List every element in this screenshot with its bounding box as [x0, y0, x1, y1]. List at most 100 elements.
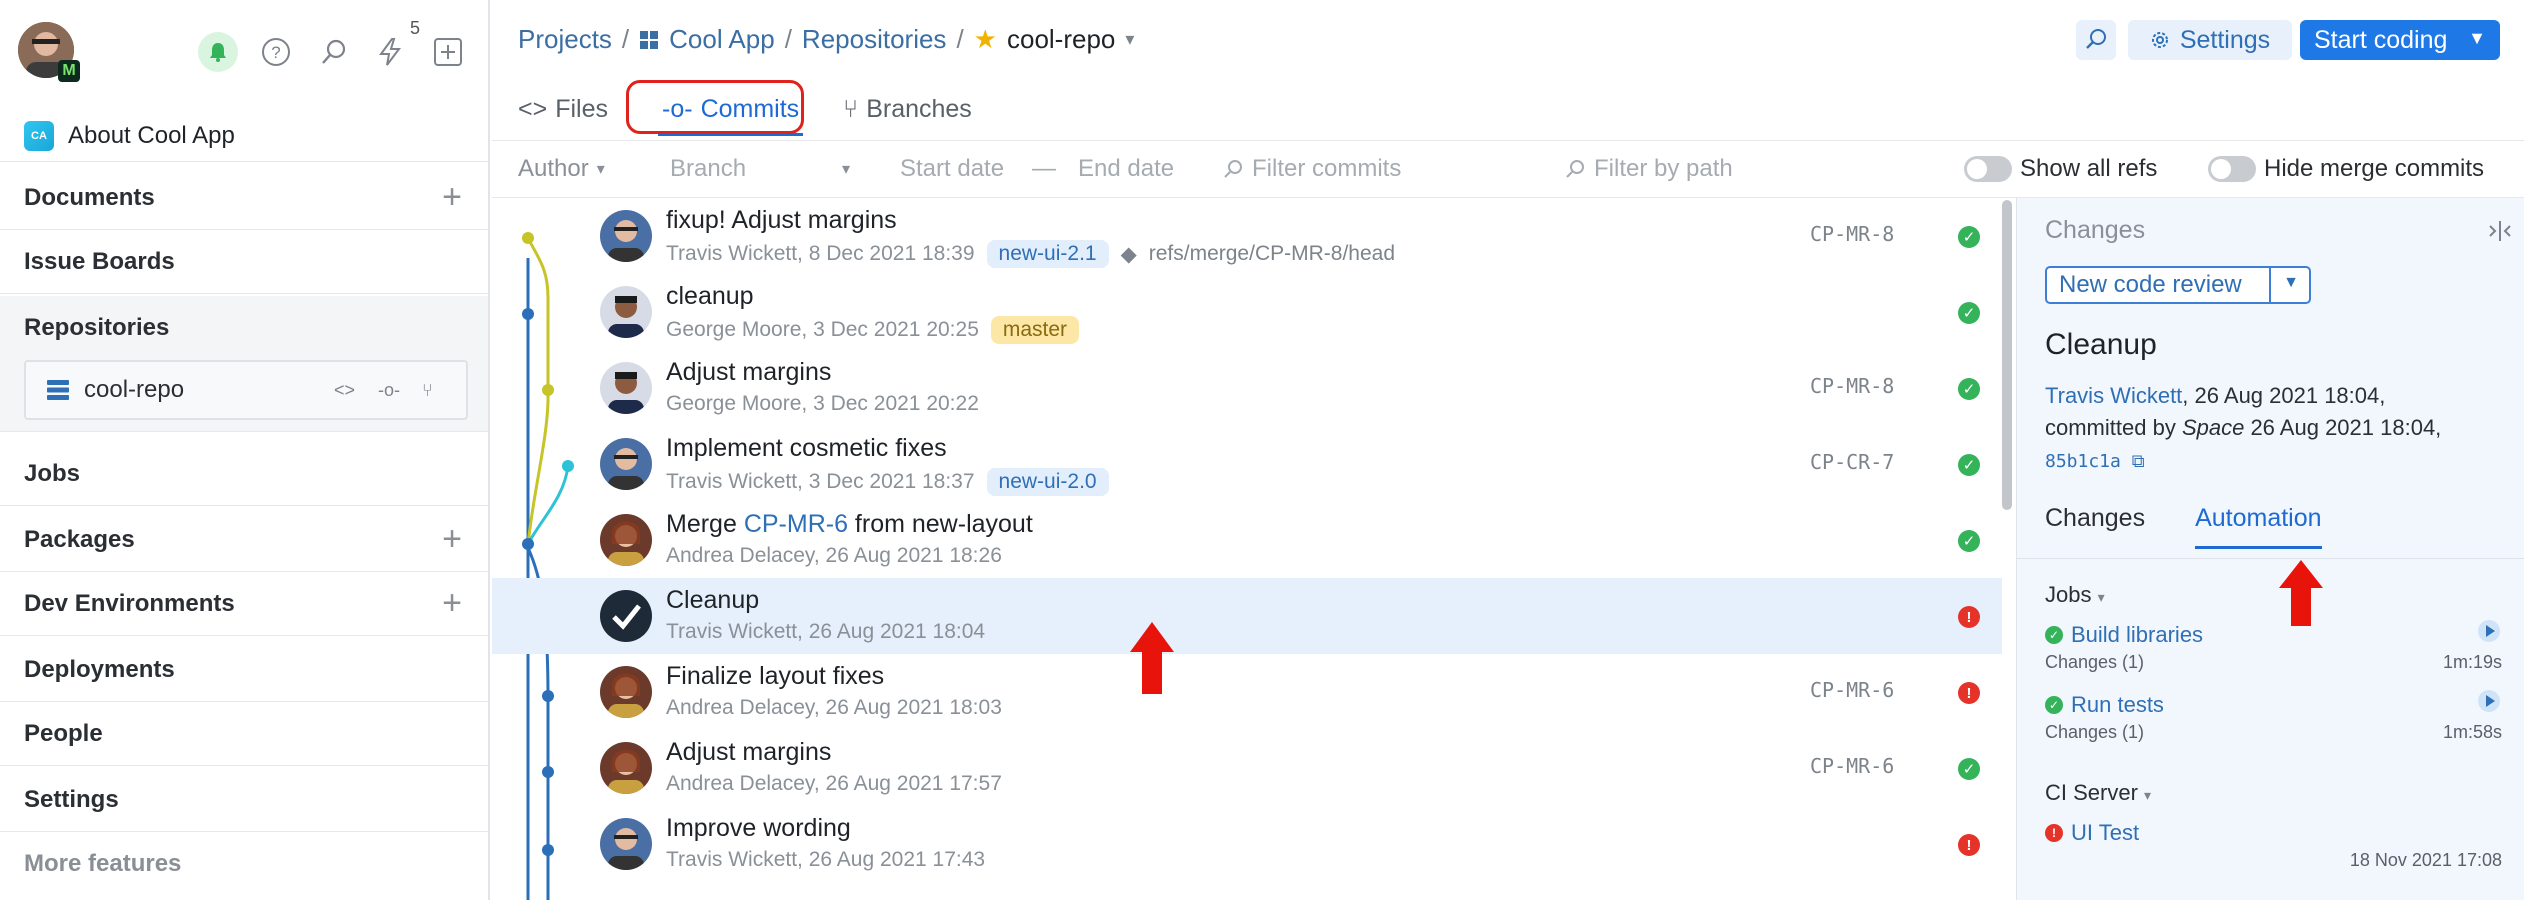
- branch-tag[interactable]: new-ui-2.0: [986, 468, 1109, 496]
- end-date-input[interactable]: End date: [1078, 155, 1174, 183]
- annotation-circle: [626, 80, 804, 134]
- jobs-label: Jobs: [2045, 582, 2092, 607]
- sidebar-item-repositories[interactable]: Repositories cool-repo <> -o- ⑂: [0, 296, 488, 432]
- sidebar-item-issue-boards[interactable]: Issue Boards: [0, 230, 488, 294]
- tab-changes[interactable]: Changes: [2045, 504, 2145, 533]
- branch-filter[interactable]: Branch ▾: [670, 155, 850, 183]
- copy-icon[interactable]: ⧉: [2121, 451, 2145, 472]
- add-package-icon[interactable]: +: [442, 520, 462, 559]
- commit-author-date: Andrea Delacey, 26 Aug 2021 18:03: [666, 696, 1002, 719]
- chevron-down-icon[interactable]: ▾: [1125, 29, 1134, 50]
- new-code-review-button[interactable]: New code review ▼: [2045, 266, 2311, 304]
- merge-request-link[interactable]: CP-MR-6: [744, 510, 848, 538]
- filter-commits-input[interactable]: Filter commits: [1222, 155, 1401, 183]
- avatar: [600, 818, 652, 870]
- branch-icon[interactable]: ⑂: [422, 380, 433, 401]
- add-dev-environment-icon[interactable]: +: [442, 584, 462, 623]
- commit-row[interactable]: Adjust margins George Moore, 3 Dec 2021 …: [492, 350, 2002, 426]
- job-changes[interactable]: Changes (1): [2045, 722, 2144, 743]
- breadcrumb-repositories[interactable]: Repositories: [802, 24, 947, 55]
- star-icon[interactable]: ★: [974, 24, 997, 55]
- commit-title[interactable]: Adjust margins: [666, 358, 831, 387]
- commit-title[interactable]: Cleanup: [666, 586, 759, 615]
- sidebar-item-dev-environments[interactable]: Dev Environments +: [0, 572, 488, 636]
- tab-files[interactable]: <> Files: [518, 95, 608, 124]
- commit-title[interactable]: Implement cosmetic fixes: [666, 434, 947, 463]
- review-code[interactable]: CP-MR-8: [1810, 374, 1894, 398]
- commit-meta: Andrea Delacey, 26 Aug 2021 17:57: [666, 772, 1002, 796]
- bell-icon[interactable]: [198, 32, 238, 72]
- filter-path-input[interactable]: Filter by path: [1564, 155, 1733, 183]
- breadcrumb-projects[interactable]: Projects: [518, 24, 612, 55]
- tab-branches[interactable]: ⑂ Branches: [843, 95, 972, 124]
- job-changes[interactable]: Changes (1): [2045, 652, 2144, 673]
- sidebar-item-more-features[interactable]: More features: [0, 832, 488, 896]
- job-build-libraries[interactable]: ✓ Build libraries: [2045, 622, 2203, 648]
- settings-button[interactable]: Settings: [2128, 20, 2292, 60]
- play-icon[interactable]: [2478, 620, 2500, 642]
- chevron-down-icon[interactable]: ▼: [2468, 28, 2486, 49]
- commit-row[interactable]: Improve wording Travis Wickett, 26 Aug 2…: [492, 806, 2002, 882]
- chevron-down-icon[interactable]: ▼: [2283, 274, 2299, 292]
- ci-server-section-header[interactable]: CI Server ▾: [2045, 780, 2151, 806]
- start-coding-button[interactable]: Start coding ▼: [2300, 20, 2500, 60]
- commit-title[interactable]: Merge CP-MR-6 from new-layout: [666, 510, 1033, 539]
- commit-title[interactable]: cleanup: [666, 282, 754, 311]
- ci-item-ui-test[interactable]: ! UI Test: [2045, 820, 2139, 846]
- svg-text:?: ?: [271, 43, 280, 62]
- ci-item-name: UI Test: [2071, 820, 2140, 845]
- commit-list: fixup! Adjust margins Travis Wickett, 8 …: [492, 198, 2002, 900]
- play-icon[interactable]: [2478, 690, 2500, 712]
- commit-title[interactable]: Improve wording: [666, 814, 851, 843]
- branch-tag[interactable]: new-ui-2.1: [986, 240, 1109, 268]
- commit-title[interactable]: fixup! Adjust margins: [666, 206, 897, 235]
- commit-title[interactable]: Adjust margins: [666, 738, 831, 767]
- review-code[interactable]: CP-CR-7: [1810, 450, 1894, 474]
- code-icon[interactable]: <>: [334, 380, 355, 401]
- sidebar-item-packages[interactable]: Packages +: [0, 508, 488, 572]
- branch-tag[interactable]: master: [990, 316, 1080, 344]
- end-date-placeholder: End date: [1078, 155, 1175, 182]
- search-icon[interactable]: [314, 32, 354, 72]
- help-icon[interactable]: ?: [256, 32, 296, 72]
- commit-row[interactable]: Implement cosmetic fixes Travis Wickett,…: [492, 426, 2002, 502]
- commit-author-link[interactable]: Travis Wickett: [2045, 383, 2182, 408]
- review-code[interactable]: CP-MR-6: [1810, 754, 1894, 778]
- sidebar-item-deployments[interactable]: Deployments: [0, 638, 488, 702]
- hide-merge-commits-toggle[interactable]: Hide merge commits: [2208, 155, 2484, 183]
- add-document-icon[interactable]: +: [442, 178, 462, 217]
- toggle-switch[interactable]: [1964, 156, 2012, 182]
- add-icon[interactable]: [428, 32, 468, 72]
- repo-item-cool-repo[interactable]: cool-repo <> -o- ⑂: [24, 360, 468, 420]
- collapse-panel-icon[interactable]: [2487, 220, 2513, 242]
- new-code-review-label: New code review: [2059, 271, 2242, 298]
- lightning-icon[interactable]: [370, 32, 410, 72]
- commit-row[interactable]: Merge CP-MR-6 from new-layout Andrea Del…: [492, 502, 2002, 578]
- sidebar-item-people[interactable]: People: [0, 702, 488, 766]
- commit-row[interactable]: fixup! Adjust margins Travis Wickett, 8 …: [492, 198, 2002, 274]
- list-scrollbar[interactable]: [2002, 200, 2012, 510]
- commit-row-selected[interactable]: Cleanup Travis Wickett, 26 Aug 2021 18:0…: [492, 578, 2002, 654]
- review-code[interactable]: CP-MR-6: [1810, 678, 1894, 702]
- commit-row[interactable]: cleanup George Moore, 3 Dec 2021 20:25 m…: [492, 274, 2002, 350]
- sidebar-item-settings[interactable]: Settings: [0, 768, 488, 832]
- header-search-button[interactable]: [2076, 20, 2116, 60]
- commit-hash[interactable]: 85b1c1a: [2045, 451, 2121, 472]
- commit-row[interactable]: Finalize layout fixes Andrea Delacey, 26…: [492, 654, 2002, 730]
- start-date-input[interactable]: Start date: [900, 155, 1004, 183]
- author-filter[interactable]: Author ▾: [518, 155, 605, 183]
- commit-title[interactable]: Finalize layout fixes: [666, 662, 884, 691]
- sidebar-item-jobs[interactable]: Jobs: [0, 442, 488, 506]
- show-all-refs-toggle[interactable]: Show all refs: [1964, 155, 2157, 183]
- jobs-section-header[interactable]: Jobs ▾: [2045, 582, 2105, 608]
- commit-row[interactable]: Adjust margins Andrea Delacey, 26 Aug 20…: [492, 730, 2002, 806]
- sidebar-item-documents[interactable]: Documents +: [0, 166, 488, 230]
- job-run-tests[interactable]: ✓ Run tests: [2045, 692, 2164, 718]
- breadcrumb-project[interactable]: Cool App: [669, 24, 775, 55]
- commit-icon[interactable]: -o-: [378, 380, 400, 401]
- project-header[interactable]: CA About Cool App: [0, 110, 488, 162]
- review-code[interactable]: CP-MR-8: [1810, 222, 1894, 246]
- ref-label[interactable]: refs/merge/CP-MR-8/head: [1149, 242, 1395, 266]
- tab-automation[interactable]: Automation: [2195, 504, 2323, 549]
- toggle-switch[interactable]: [2208, 156, 2256, 182]
